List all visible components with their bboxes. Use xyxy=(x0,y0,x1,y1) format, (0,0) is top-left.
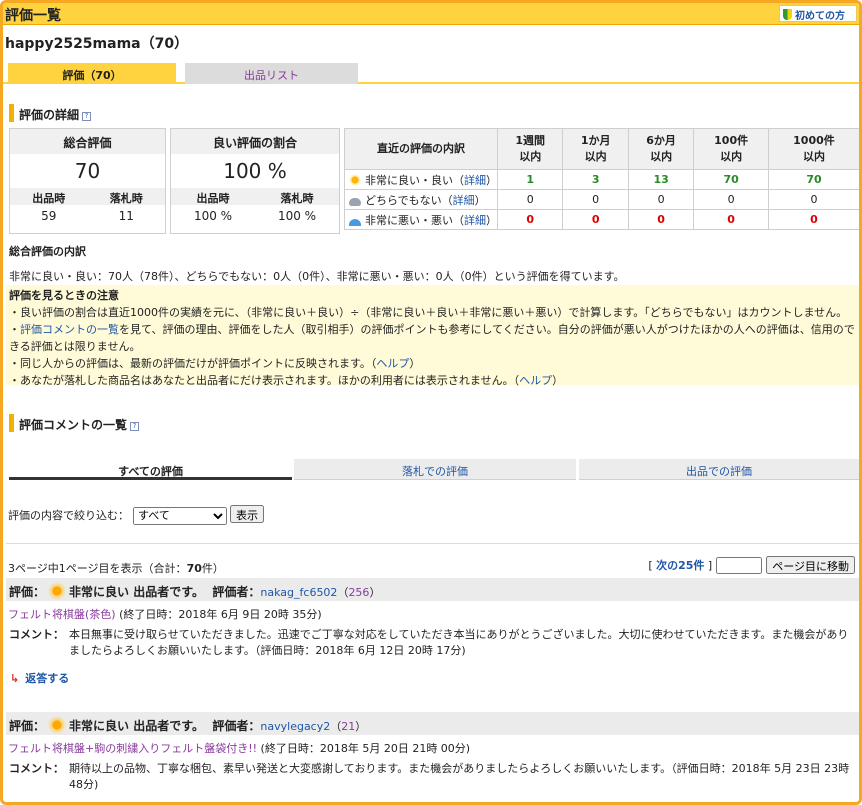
beginner-mark-icon xyxy=(783,9,792,20)
comments-section-title: 評価コメントの一覧? xyxy=(9,414,140,432)
tab-seller-ratings[interactable]: 出品での評価 xyxy=(579,459,859,480)
row-label: 非常に悪い・悪い xyxy=(365,213,453,227)
comment-text: 本日無事に受け取らせていただきました。迅速でご丁寧な対応をしていただき本当にあり… xyxy=(69,628,849,657)
col-1month: 1か月 以内 xyxy=(562,128,629,170)
table-row: 非常に悪い・悪い（詳細） 0 0 0 0 0 xyxy=(344,209,859,230)
page-number-input[interactable] xyxy=(716,556,763,574)
page-title: 評価一覧 xyxy=(5,8,61,24)
divider xyxy=(6,543,859,544)
header-bar: 評価一覧 初めての方 xyxy=(3,3,859,25)
winner-label: 落札時 xyxy=(280,192,314,205)
col-1week: 1週間 以内 xyxy=(496,128,564,170)
total-rating-box: 総合評価 70 出品時 落札時 59 11 xyxy=(9,128,166,234)
winner-value: 100 % xyxy=(277,209,317,223)
summary-title: 総合評価の内訳 xyxy=(9,245,86,258)
notes-title: 評価を見るときの注意 xyxy=(9,289,119,302)
sun-icon xyxy=(48,716,67,734)
details-title-text: 評価の詳細 xyxy=(19,108,80,122)
good-ratio-title: 良い評価の割合 xyxy=(171,129,339,154)
filter-label: 評価の内容で絞り込む： xyxy=(8,509,129,522)
review-header: 評価： 非常に良い 出品者です。 評価者：navylegacy2（21） xyxy=(6,712,859,735)
total-rating-title: 総合評価 xyxy=(10,129,165,154)
tab-all-ratings[interactable]: すべての評価 xyxy=(9,459,292,480)
item-link[interactable]: フェルト将棋盤+駒の刺繍入りフェルト盤袋付き!! xyxy=(8,742,257,755)
rater-link[interactable]: navylegacy2 xyxy=(260,720,330,733)
row-label: 非常に良い・良い xyxy=(365,173,453,187)
rater-score-link[interactable]: 256 xyxy=(348,586,369,599)
note-line: ・あなたが落札した商品名はあなたと出品者にだけ表示されます。ほかの利用者には表示… xyxy=(9,374,564,387)
rater-score-link[interactable]: 21 xyxy=(341,720,355,733)
tab-ratings[interactable]: 評価（70） xyxy=(8,63,176,84)
good-ratio-value: 100 % xyxy=(223,159,287,183)
end-date: (終了日時：2018年 6月 9日 20時 35分) xyxy=(119,608,322,621)
seller-label: 出品時 xyxy=(196,192,230,205)
rating-text: 非常に良い xyxy=(69,719,130,733)
seller-value: 59 xyxy=(41,209,57,223)
item-link[interactable]: フェルト将棋盤(茶色) xyxy=(8,608,116,621)
col-1000: 1000件 以内 xyxy=(767,128,859,170)
table-row: どちらでもない（詳細） 0 0 0 0 0 xyxy=(344,189,859,210)
pager-info: 3ページ中1ページ目を表示（合計：70件） xyxy=(8,562,224,575)
good-ratio-box: 良い評価の割合 100 % 出品時 落札時 100 % 100 % xyxy=(170,128,340,234)
help-link[interactable]: ヘルプ xyxy=(519,374,552,387)
seller-label: 出品時 xyxy=(32,192,66,205)
total-rating-value: 70 xyxy=(74,159,101,183)
tab-listings[interactable]: 出品リスト xyxy=(185,63,358,84)
note-line: ・同じ人からの評価は、最新の評価だけが評価ポイントに反映されます。（ヘルプ） xyxy=(9,357,421,370)
recent-ratings-table: 直近の評価の内訳 1週間 以内 1か月 以内 6か月 以内 100件 以内 1000件以… xyxy=(344,128,859,230)
note-line: ・評価コメントの一覧を見て、評価の理由、評価をした人（取引相手）の評価ポイントも… xyxy=(9,323,855,353)
reply-link[interactable]: 返答する xyxy=(25,672,69,685)
comment-tabs: すべての評価 落札での評価 出品での評価 xyxy=(9,459,859,480)
details-section-title: 評価の詳細? xyxy=(9,104,92,122)
review-item: 評価： 非常に良い 出品者です。 評価者：navylegacy2（21） フェルト… xyxy=(6,712,859,793)
help-link[interactable]: ヘルプ xyxy=(376,357,409,370)
tab-winner-ratings[interactable]: 落札での評価 xyxy=(294,459,576,480)
review-header: 評価： 非常に良い 出品者です。 評価者：nakag_fc6502（256） xyxy=(6,578,859,601)
col-6month: 6か月 以内 xyxy=(627,128,695,170)
user-name: happy2525mama（70） xyxy=(5,36,189,52)
comment-list-link[interactable]: 評価コメントの一覧 xyxy=(20,323,119,336)
winner-label: 落札時 xyxy=(109,192,143,205)
help-icon[interactable]: ? xyxy=(130,422,140,431)
beginner-guide-link[interactable]: 初めての方 xyxy=(779,5,857,22)
sun-icon xyxy=(48,582,67,600)
comments-title-text: 評価コメントの一覧 xyxy=(19,418,128,432)
comment-text: 期待以上の品物、丁寧な梱包、素早い発送と大変感謝しております。また機会がありまし… xyxy=(69,762,850,791)
recent-title: 直近の評価の内訳 xyxy=(344,128,498,170)
detail-link[interactable]: 詳細 xyxy=(464,214,486,227)
cloud-icon xyxy=(349,197,361,206)
help-icon[interactable]: ? xyxy=(82,112,92,121)
table-row: 非常に良い・良い（詳細） 1 3 13 70 70 xyxy=(344,169,859,190)
main-tabs: 評価（70） 出品リスト xyxy=(3,63,859,84)
summary-text: 非常に良い・良い：70人（78件）、どちらでもない：0人（0件）、非常に悪い・悪… xyxy=(9,270,625,283)
pager-nav: [ 次の25件 ] ページ目に移動 xyxy=(648,556,855,574)
detail-link[interactable]: 詳細 xyxy=(464,174,486,187)
goto-page-button[interactable]: ページ目に移動 xyxy=(766,556,855,574)
next-page-link[interactable]: 次の25件 xyxy=(656,557,704,573)
detail-link[interactable]: 詳細 xyxy=(453,194,475,207)
row-label: どちらでもない xyxy=(365,193,442,207)
rater-link[interactable]: nakag_fc6502 xyxy=(260,586,337,599)
summary-section: 総合評価の内訳 非常に良い・良い：70人（78件）、どちらでもない：0人（0件）… xyxy=(9,243,859,284)
col-100: 100件 以内 xyxy=(693,128,769,170)
notes-box: 評価を見るときの注意 ・良い評価の割合は直近1000件の実績を元に、（非常に良い… xyxy=(6,285,859,387)
page-frame: 評価一覧 初めての方 happy2525mama（70） 評価（70） 出品リス… xyxy=(0,0,862,805)
seller-value: 100 % xyxy=(193,209,233,223)
winner-value: 11 xyxy=(118,209,134,223)
sun-icon xyxy=(349,173,361,186)
show-button[interactable]: 表示 xyxy=(230,505,264,523)
filter-row: 評価の内容で絞り込む： すべて 表示 xyxy=(8,505,264,525)
end-date: (終了日時：2018年 5月 20日 21時 00分) xyxy=(260,742,471,755)
review-item: 評価： 非常に良い 出品者です。 評価者：nakag_fc6502（256） フェ… xyxy=(6,578,859,686)
rating-text: 非常に良い xyxy=(69,585,130,599)
umbrella-icon xyxy=(349,218,361,226)
note-line: ・良い評価の割合は直近1000件の実績を元に、（非常に良い＋良い）÷（非常に良い… xyxy=(9,306,848,319)
reply-arrow-icon: ↳ xyxy=(10,672,20,685)
beginner-label: 初めての方 xyxy=(795,11,845,22)
filter-select[interactable]: すべて xyxy=(133,506,227,525)
